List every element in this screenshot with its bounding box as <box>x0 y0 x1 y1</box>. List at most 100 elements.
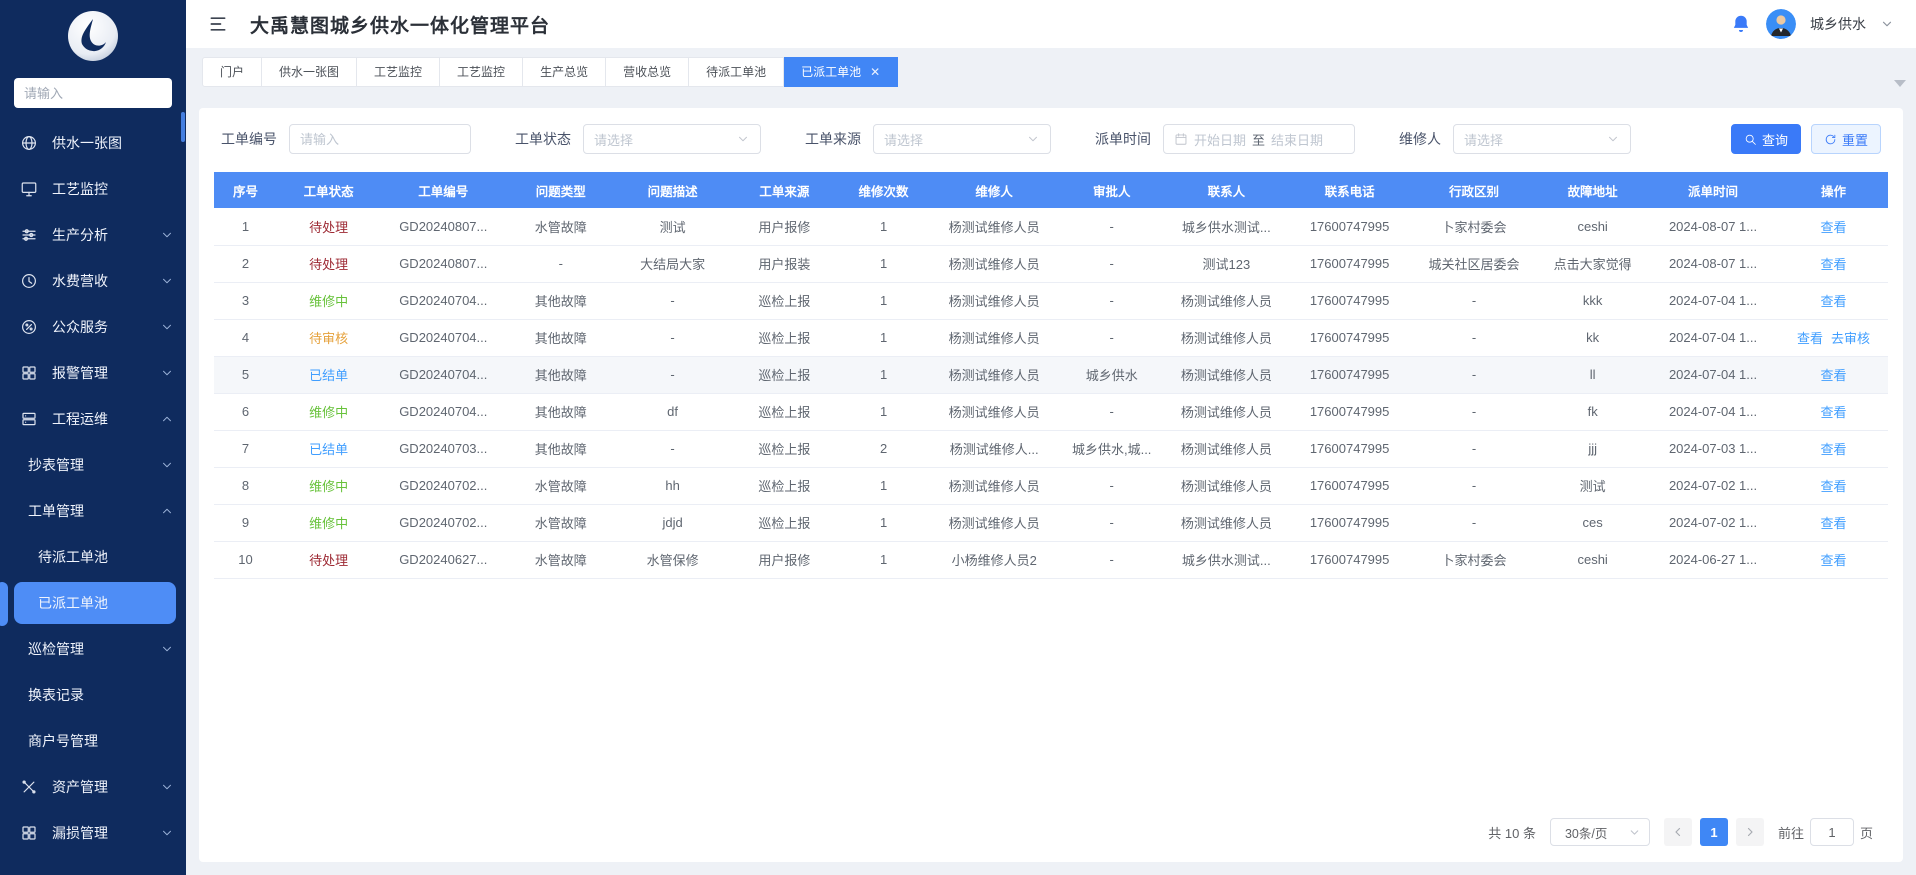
collapse-menu-icon[interactable] <box>208 14 228 34</box>
sidebar-item-待派工单池[interactable]: 待派工单池 <box>0 534 186 580</box>
date-separator: 至 <box>1252 130 1265 149</box>
goto-page-input[interactable] <box>1810 818 1854 846</box>
order-no-input[interactable] <box>300 132 460 147</box>
sidebar-item-label: 公众服务 <box>52 317 108 337</box>
next-page-button[interactable] <box>1736 818 1764 846</box>
date-range-picker[interactable]: 开始日期至结束日期 <box>1163 124 1355 154</box>
sidebar-item-抄表管理[interactable]: 抄表管理 <box>0 442 186 488</box>
sidebar-item-报警管理[interactable]: 报警管理 <box>0 350 186 396</box>
sidebar-item-巡检管理[interactable]: 巡检管理 <box>0 626 186 672</box>
column-header-问题描述: 问题描述 <box>615 172 730 208</box>
sidebar-item-label: 供水一张图 <box>52 133 122 153</box>
status-badge: 维修中 <box>309 516 348 531</box>
cell-problem_desc: jdjd <box>615 504 730 541</box>
view-link[interactable]: 查看 <box>1797 331 1823 346</box>
cell-actions: 查看 <box>1779 393 1888 430</box>
tab-工艺监控[interactable]: 工艺监控 <box>440 57 523 87</box>
tab-label: 营收总览 <box>623 63 671 80</box>
calendar-icon <box>1174 132 1188 146</box>
tab-生产总览[interactable]: 生产总览 <box>523 57 606 87</box>
cell-repair_count: 1 <box>839 282 928 319</box>
column-header-联系人: 联系人 <box>1163 172 1289 208</box>
tab-close-icon[interactable]: ✕ <box>870 66 880 78</box>
cell-source: 巡检上报 <box>730 430 839 467</box>
chevron-up-icon <box>160 504 174 518</box>
user-menu-chevron-down-icon[interactable] <box>1880 17 1894 31</box>
cell-phone: 17600747995 <box>1289 319 1409 356</box>
chevron-down-icon <box>160 642 174 656</box>
sidebar-item-工程运维[interactable]: 工程运维 <box>0 396 186 442</box>
user-avatar[interactable] <box>1766 9 1796 39</box>
cell-district: - <box>1410 467 1538 504</box>
view-link[interactable]: 查看 <box>1820 294 1846 309</box>
prev-page-button[interactable] <box>1664 818 1692 846</box>
sidebar-item-工艺监控[interactable]: 工艺监控 <box>0 166 186 212</box>
work-order-card: 工单编号工单状态请选择工单来源请选择派单时间开始日期至结束日期维修人请选择查询重… <box>199 108 1903 862</box>
sidebar-item-已派工单池[interactable]: 已派工单池 <box>14 582 176 624</box>
work-order-table-wrap: 序号工单状态工单编号问题类型问题描述工单来源维修次数维修人审批人联系人联系电话行… <box>213 172 1889 579</box>
filter-select[interactable]: 请选择 <box>583 124 761 154</box>
tab-overflow-dropdown-icon[interactable] <box>1894 80 1906 87</box>
view-link[interactable]: 查看 <box>1820 257 1846 272</box>
cell-order_no: GD20240627... <box>380 541 506 578</box>
notification-bell-icon[interactable] <box>1730 13 1752 35</box>
filter-label: 维修人 <box>1399 129 1441 149</box>
status-badge: 维修中 <box>309 294 348 309</box>
current-page-button[interactable]: 1 <box>1700 818 1728 846</box>
sidebar-item-商户号管理[interactable]: 商户号管理 <box>0 718 186 764</box>
sidebar-item-换表记录[interactable]: 换表记录 <box>0 672 186 718</box>
cell-source: 用户报修 <box>730 541 839 578</box>
view-link[interactable]: 查看 <box>1820 405 1846 420</box>
tab-待派工单池[interactable]: 待派工单池 <box>689 57 784 87</box>
search-button[interactable]: 查询 <box>1731 124 1801 154</box>
view-link[interactable]: 查看 <box>1820 553 1846 568</box>
sidebar-item-label: 工程运维 <box>52 409 108 429</box>
username-label[interactable]: 城乡供水 <box>1810 14 1866 34</box>
cell-dispatch_time: 2024-07-02 1... <box>1647 467 1779 504</box>
monitor-icon <box>20 180 38 198</box>
column-header-序号: 序号 <box>214 172 277 208</box>
sidebar-item-生产分析[interactable]: 生产分析 <box>0 212 186 258</box>
cell-source: 巡检上报 <box>730 467 839 504</box>
sidebar-item-资产管理[interactable]: 资产管理 <box>0 764 186 810</box>
cell-source: 巡检上报 <box>730 282 839 319</box>
table-empty-space <box>213 579 1889 811</box>
sidebar-item-工单管理[interactable]: 工单管理 <box>0 488 186 534</box>
cell-district: - <box>1410 393 1538 430</box>
tab-门户[interactable]: 门户 <box>202 57 262 87</box>
cell-contact: 杨测试维修人员 <box>1163 504 1289 541</box>
sidebar-item-供水一张图[interactable]: 供水一张图 <box>0 120 186 166</box>
sidebar-menu: 供水一张图工艺监控生产分析水费营收公众服务报警管理工程运维抄表管理工单管理待派工… <box>0 120 186 856</box>
sidebar-item-漏损管理[interactable]: 漏损管理 <box>0 810 186 856</box>
cell-contact: 城乡供水测试... <box>1163 208 1289 245</box>
cell-approver: 城乡供水,城... <box>1060 430 1163 467</box>
sidebar-item-水费营收[interactable]: 水费营收 <box>0 258 186 304</box>
tab-营收总览[interactable]: 营收总览 <box>606 57 689 87</box>
view-link[interactable]: 查看 <box>1820 368 1846 383</box>
app-root: 供水一张图工艺监控生产分析水费营收公众服务报警管理工程运维抄表管理工单管理待派工… <box>0 0 1916 875</box>
view-link[interactable]: 查看 <box>1820 516 1846 531</box>
filter-维修人: 维修人请选择 <box>1399 124 1631 154</box>
view-link[interactable]: 查看 <box>1820 479 1846 494</box>
sidebar-item-公众服务[interactable]: 公众服务 <box>0 304 186 350</box>
view-link[interactable]: 查看 <box>1820 442 1846 457</box>
sidebar-search-input[interactable] <box>14 78 172 108</box>
reset-button[interactable]: 重置 <box>1811 124 1881 154</box>
page-size-select[interactable]: 30条/页 <box>1550 818 1650 846</box>
cell-phone: 17600747995 <box>1289 467 1409 504</box>
app-logo <box>0 0 186 72</box>
cell-status: 待审核 <box>277 319 380 356</box>
tab-工艺监控[interactable]: 工艺监控 <box>357 57 440 87</box>
tab-供水一张图[interactable]: 供水一张图 <box>262 57 357 87</box>
filter-select[interactable]: 请选择 <box>873 124 1051 154</box>
sidebar-item-label: 生产分析 <box>52 225 108 245</box>
goto-label: 前往 <box>1778 823 1804 842</box>
column-header-问题类型: 问题类型 <box>506 172 615 208</box>
go-review-link[interactable]: 去审核 <box>1831 331 1870 346</box>
select-placeholder: 请选择 <box>594 130 633 149</box>
sidebar-scrollbar-thumb[interactable] <box>181 112 185 142</box>
grid-icon <box>20 824 38 842</box>
view-link[interactable]: 查看 <box>1820 220 1846 235</box>
tab-已派工单池[interactable]: 已派工单池✕ <box>784 57 898 87</box>
filter-select[interactable]: 请选择 <box>1453 124 1631 154</box>
